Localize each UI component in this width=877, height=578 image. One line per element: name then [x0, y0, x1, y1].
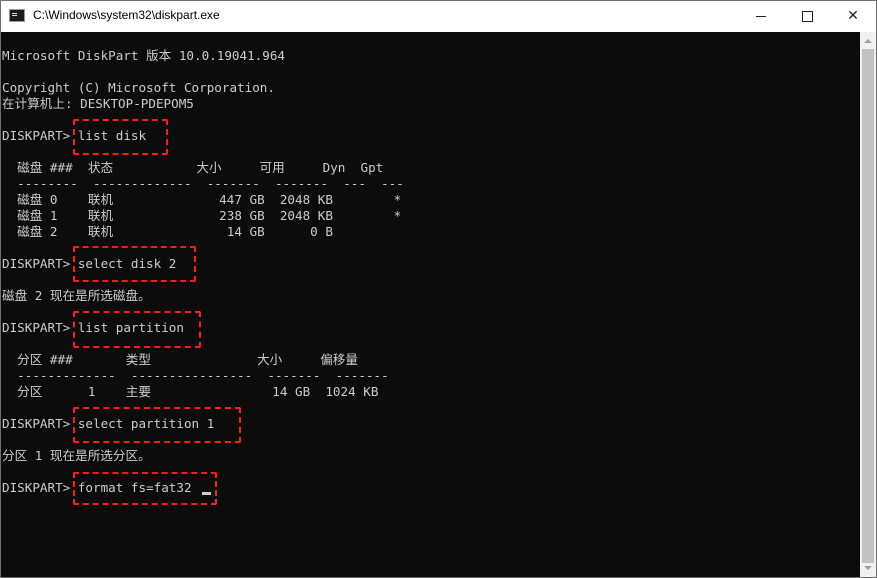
window-title: C:\Windows\system32\diskpart.exe: [33, 8, 220, 22]
highlight-list-disk: [73, 119, 168, 155]
minimize-button[interactable]: [738, 1, 784, 32]
console-line: ------------- ---------------- ------- -…: [2, 368, 389, 383]
highlight-select-partition: [73, 407, 241, 443]
console-line: 分区 ### 类型 大小 偏移量: [2, 352, 358, 367]
console-line: 磁盘 2 联机 14 GB 0 B: [2, 224, 333, 239]
highlight-list-partition: [73, 311, 201, 348]
console-line: 磁盘 1 联机 238 GB 2048 KB *: [2, 208, 402, 223]
vertical-scrollbar[interactable]: [860, 32, 876, 577]
scroll-down-icon[interactable]: [864, 566, 872, 570]
highlight-format: [73, 472, 217, 505]
console-line: 磁盘 ### 状态 大小 可用 Dyn Gpt: [2, 160, 384, 175]
console-line: 磁盘 2 现在是所选磁盘。: [2, 288, 151, 303]
minimize-icon: [756, 15, 766, 17]
console-app-icon: [9, 9, 25, 22]
console-line: 分区 1 现在是所选分区。: [2, 448, 151, 463]
console-line: 磁盘 0 联机 447 GB 2048 KB *: [2, 192, 402, 207]
highlight-select-disk: [73, 246, 196, 282]
console-line: -------- ------------- ------- ------- -…: [2, 176, 404, 191]
close-button[interactable]: ✕: [830, 1, 876, 32]
scrollbar-thumb[interactable]: [862, 49, 874, 563]
title-bar[interactable]: C:\Windows\system32\diskpart.exe ✕: [1, 1, 876, 32]
console-line: Copyright (C) Microsoft Corporation.: [2, 80, 275, 95]
scroll-up-icon[interactable]: [864, 39, 872, 43]
close-icon: ✕: [847, 8, 859, 24]
diskpart-window: C:\Windows\system32\diskpart.exe ✕ Micro…: [0, 0, 877, 578]
console-line: Microsoft DiskPart 版本 10.0.19041.964: [2, 48, 285, 63]
maximize-button[interactable]: [784, 1, 830, 32]
maximize-icon: [801, 10, 813, 22]
console-line: 在计算机上: DESKTOP-PDEPOM5: [2, 96, 194, 111]
text-cursor: [202, 492, 211, 495]
console-line: 分区 1 主要 14 GB 1024 KB: [2, 384, 379, 399]
